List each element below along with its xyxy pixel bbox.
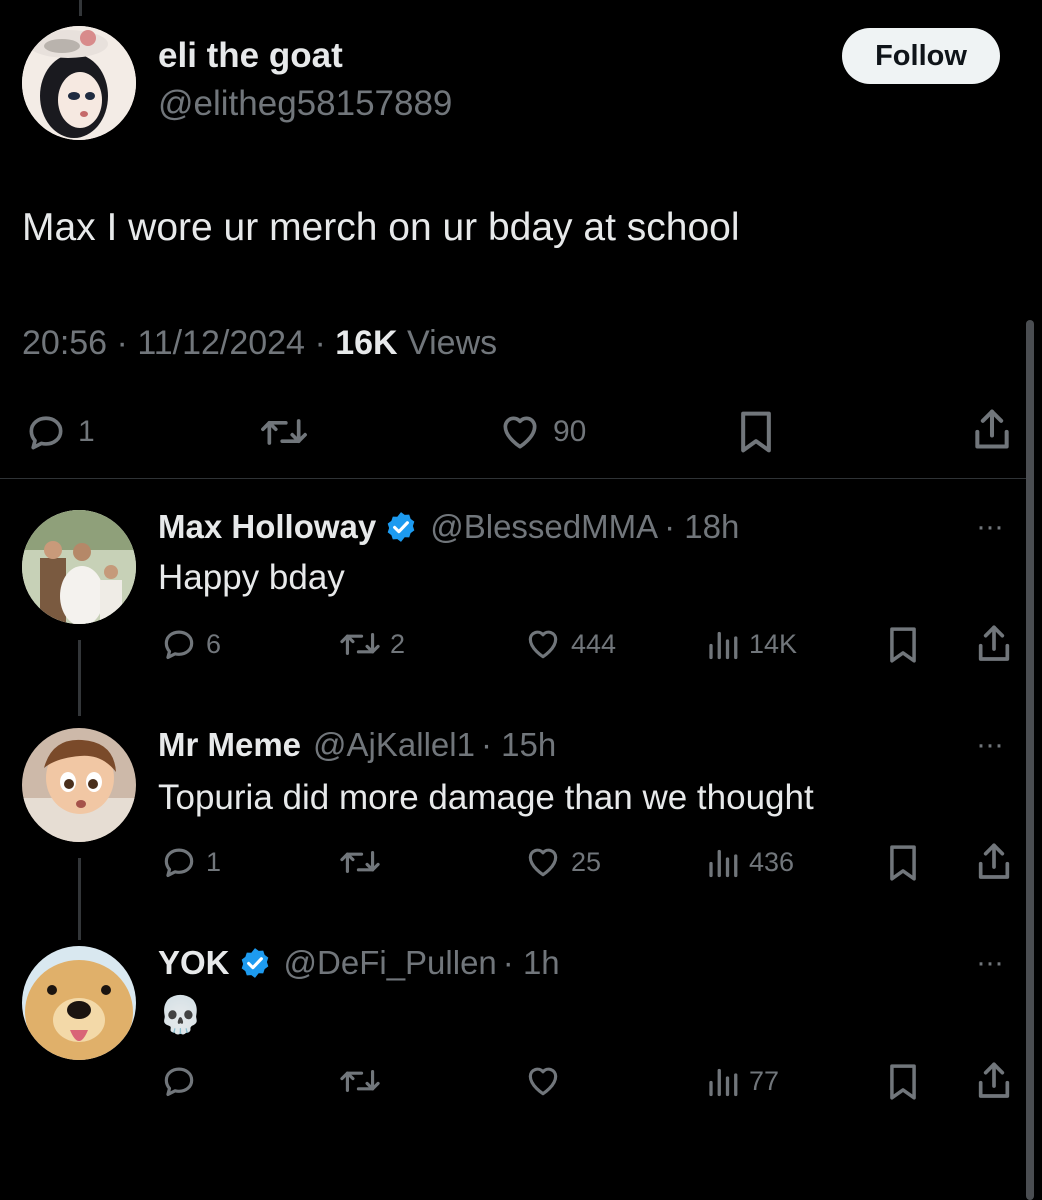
views-button[interactable]: 436 — [705, 843, 794, 881]
like-button[interactable] — [523, 1062, 563, 1100]
reply-header: Max Holloway @BlessedMMA · 18h — [158, 508, 739, 546]
like-button[interactable]: 25 — [523, 843, 601, 881]
reply-icon — [164, 1067, 194, 1097]
more-options-icon[interactable]: ··· — [976, 510, 1004, 544]
heart-icon — [528, 848, 558, 877]
reply-count: 6 — [206, 628, 222, 659]
reply-count: 1 — [206, 846, 222, 877]
reply-button[interactable]: 1 — [24, 410, 95, 454]
avatar[interactable] — [22, 510, 136, 624]
reply-age[interactable]: · 15h — [481, 726, 556, 764]
reply-text: Topuria did more damage than we thought — [158, 778, 814, 817]
like-button[interactable]: 444 — [523, 625, 616, 663]
thread-line-top — [79, 0, 82, 16]
bookmark-button[interactable] — [884, 1061, 922, 1103]
avatar[interactable] — [22, 26, 136, 140]
more-options-icon[interactable]: ··· — [976, 946, 1004, 980]
repost-icon — [340, 851, 380, 873]
share-icon — [978, 1062, 1010, 1098]
bookmark-icon — [890, 1064, 916, 1100]
share-button[interactable] — [970, 406, 1014, 454]
share-button[interactable] — [974, 840, 1014, 884]
views-label: Views — [407, 324, 498, 362]
share-button[interactable] — [974, 1059, 1014, 1103]
views-count: 77 — [749, 1065, 780, 1096]
meta-separator: · — [116, 324, 128, 362]
follow-button[interactable]: Follow — [842, 28, 1000, 84]
views-count[interactable]: 16K — [335, 324, 397, 362]
thread-line — [78, 640, 81, 716]
tweet-action-bar: 1 90 — [0, 400, 1042, 464]
author-name[interactable]: Mr Meme — [158, 726, 301, 764]
avatar[interactable] — [22, 946, 136, 1060]
reply-icon — [164, 848, 194, 878]
author-name[interactable]: Max Holloway — [158, 508, 376, 546]
reply-header: YOK @DeFi_Pullen · 1h — [158, 944, 560, 982]
skull-emoji: 💀 — [158, 994, 203, 1035]
meta-separator: · — [314, 324, 326, 362]
heart-icon — [503, 416, 537, 449]
heart-icon — [528, 1067, 558, 1096]
views-chart-icon — [709, 631, 738, 660]
repost-button[interactable] — [258, 410, 310, 454]
repost-button[interactable] — [338, 843, 382, 881]
tweet-meta: 20:56 · 11/12/2024 · 16K Views — [22, 324, 497, 363]
reply-icon — [164, 630, 194, 660]
author-handle[interactable]: @BlessedMMA — [430, 508, 658, 546]
like-count: 90 — [553, 415, 587, 448]
bookmark-icon — [890, 845, 916, 881]
thread-line — [78, 858, 81, 940]
reply-button[interactable]: 1 — [160, 843, 221, 881]
reply-age[interactable]: · 18h — [664, 508, 739, 546]
divider — [0, 478, 1030, 479]
scrollbar[interactable] — [1026, 320, 1034, 1200]
views-chart-icon — [709, 849, 738, 878]
reply-age[interactable]: · 1h — [503, 944, 560, 982]
views-count: 436 — [749, 846, 795, 877]
repost-icon — [261, 419, 307, 445]
tweet-text: Max I wore ur merch on ur bday at school — [22, 206, 740, 249]
repost-icon — [340, 1069, 380, 1092]
author-name[interactable]: eli the goat — [158, 36, 343, 76]
tweet-date[interactable]: 11/12/2024 — [137, 324, 305, 362]
more-options-icon[interactable]: ··· — [976, 728, 1004, 762]
author-name[interactable]: YOK — [158, 944, 230, 982]
author-handle[interactable]: @elitheg58157889 — [158, 84, 452, 124]
avatar[interactable] — [22, 728, 136, 842]
share-button[interactable] — [974, 622, 1014, 666]
bookmark-icon — [741, 411, 771, 453]
share-icon — [978, 625, 1010, 661]
author-handle[interactable]: @DeFi_Pullen — [284, 944, 497, 982]
views-button[interactable]: 14K — [705, 625, 797, 663]
reply-text: Happy bday — [158, 558, 345, 597]
views-button[interactable]: 77 — [705, 1062, 779, 1100]
bookmark-button[interactable] — [884, 624, 922, 666]
reply-icon — [29, 416, 63, 450]
reply-button[interactable] — [160, 1062, 198, 1100]
verified-badge-icon — [241, 948, 268, 978]
reply-header: Mr Meme @AjKallel1 · 15h — [158, 726, 556, 764]
bookmark-button[interactable] — [734, 408, 778, 456]
heart-icon — [528, 630, 558, 659]
bookmark-button[interactable] — [884, 842, 922, 884]
like-count: 25 — [571, 846, 602, 877]
like-count: 444 — [571, 628, 617, 659]
views-chart-icon — [709, 1068, 738, 1097]
reply-button[interactable]: 6 — [160, 625, 221, 663]
share-icon — [975, 409, 1009, 449]
views-count: 14K — [749, 628, 798, 659]
like-button[interactable]: 90 — [497, 410, 586, 454]
author-handle[interactable]: @AjKallel1 — [313, 726, 475, 764]
share-icon — [978, 843, 1010, 879]
repost-count: 2 — [390, 628, 406, 659]
bookmark-icon — [890, 627, 916, 663]
repost-icon — [340, 633, 380, 655]
repost-button[interactable] — [338, 1062, 382, 1100]
reply-count: 1 — [78, 415, 95, 448]
repost-button[interactable]: 2 — [338, 625, 405, 663]
verified-badge-icon — [387, 512, 415, 542]
tweet-time[interactable]: 20:56 — [22, 324, 107, 362]
